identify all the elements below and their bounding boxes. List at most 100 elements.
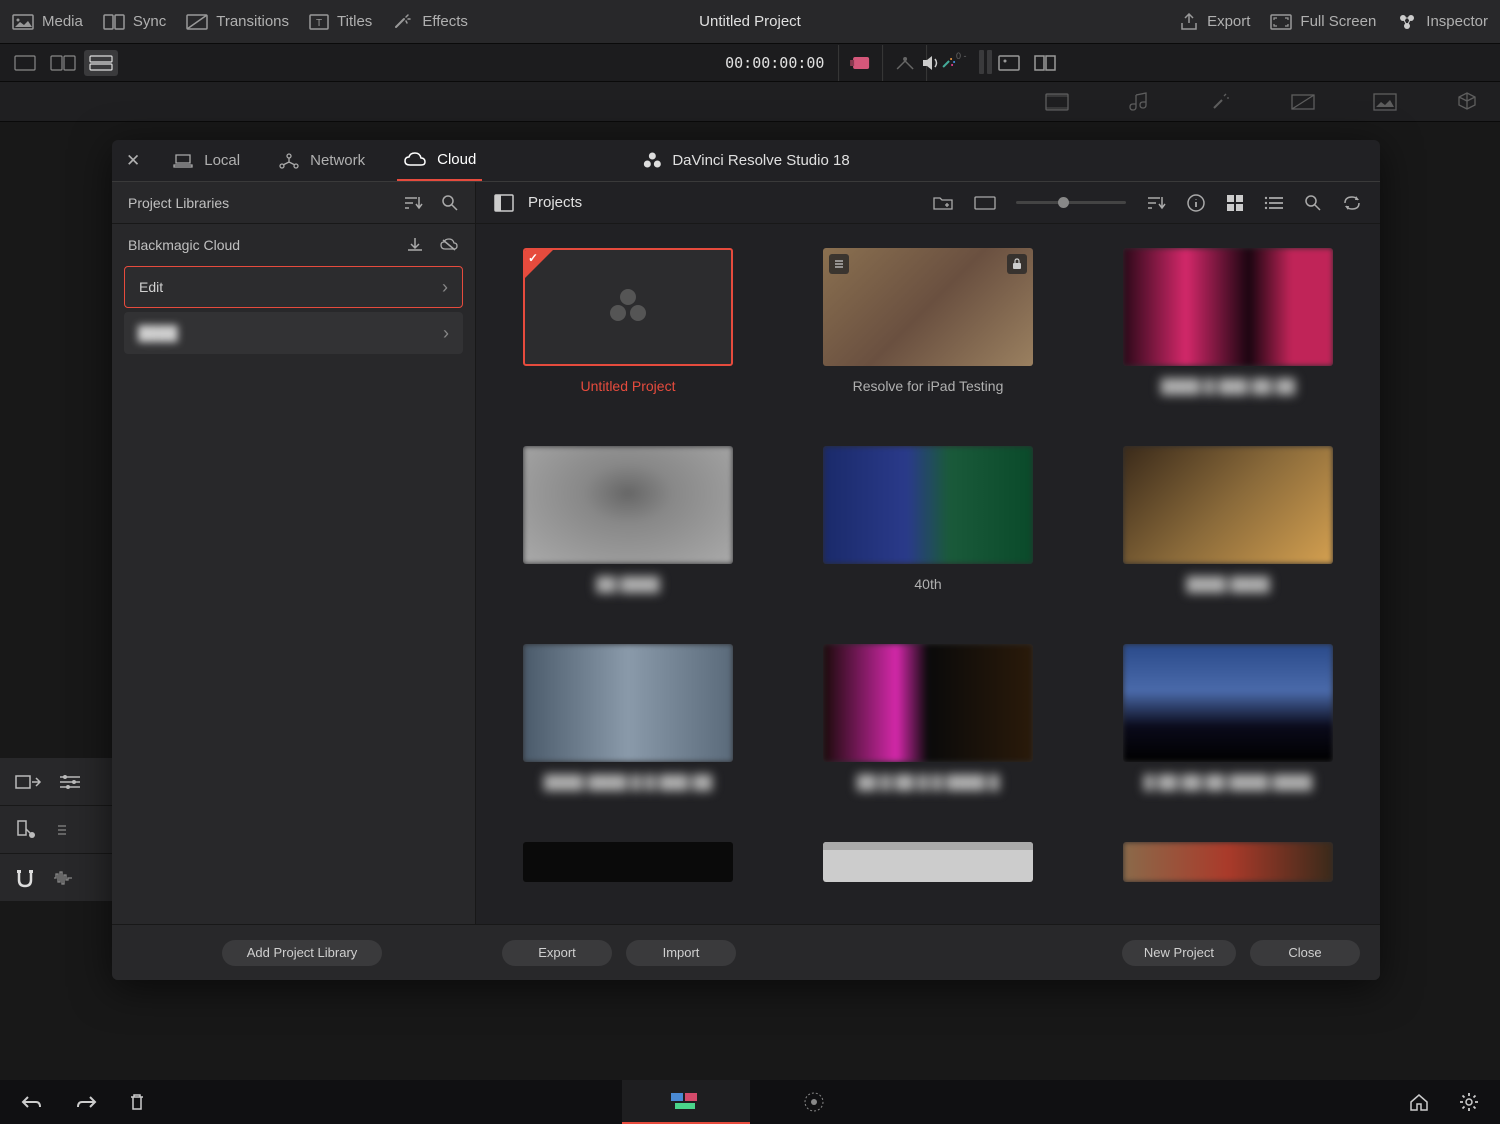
edit-page-button[interactable]	[750, 1080, 878, 1124]
cat-video-icon[interactable]	[1044, 91, 1070, 113]
project-card[interactable]: 40th	[806, 446, 1050, 610]
fullscreen-button[interactable]: Full Screen	[1270, 13, 1376, 30]
topbar-left-group: Media Sync Transitions T Titles Effects	[12, 13, 468, 31]
options-icon[interactable]	[56, 823, 76, 837]
view-mode-1[interactable]	[8, 50, 42, 76]
insert-tool-icon[interactable]	[14, 772, 42, 792]
project-card[interactable]	[806, 842, 1050, 900]
close-button[interactable]: Close	[1250, 940, 1360, 966]
search-icon[interactable]	[441, 194, 459, 212]
project-card[interactable]	[1106, 842, 1350, 900]
titles-button[interactable]: T Titles	[309, 13, 372, 30]
viewer-right-icons	[998, 55, 1056, 71]
project-thumbnail[interactable]	[1123, 446, 1333, 564]
effects-button[interactable]: Effects	[392, 13, 468, 31]
grid-view-icon[interactable]	[1226, 194, 1244, 212]
project-thumbnail[interactable]	[523, 644, 733, 762]
project-card[interactable]: Untitled Project	[506, 248, 750, 412]
project-thumbnail-folder[interactable]	[823, 842, 1033, 882]
new-folder-icon[interactable]	[932, 195, 954, 211]
project-card[interactable]: ██ █ ██ █ █ ████ █	[806, 644, 1050, 808]
project-card[interactable]	[506, 842, 750, 900]
gear-icon[interactable]	[1458, 1091, 1480, 1113]
project-thumbnail[interactable]	[823, 248, 1033, 366]
left-tool-column	[0, 758, 112, 902]
cat-transition-icon[interactable]	[1290, 91, 1316, 113]
project-card[interactable]: ████ ████ █ █ ███ ██	[506, 644, 750, 808]
split-icon[interactable]	[1034, 55, 1056, 71]
info-icon[interactable]	[1186, 193, 1206, 213]
chevron-right-icon: ›	[443, 323, 449, 344]
trash-icon[interactable]	[128, 1092, 146, 1112]
project-thumbnail[interactable]	[1123, 248, 1333, 366]
library-item-2[interactable]: ████ ›	[124, 312, 463, 354]
tab-local[interactable]: Local	[166, 140, 246, 181]
list-view-icon[interactable]	[1264, 195, 1284, 211]
tab-local-label: Local	[204, 152, 240, 169]
project-thumbnail[interactable]	[1123, 644, 1333, 762]
project-card[interactable]: ████ █ ███ ██ ██	[1106, 248, 1350, 412]
top-menu-bar: Media Sync Transitions T Titles Effects …	[0, 0, 1500, 44]
undo-icon[interactable]	[20, 1093, 44, 1111]
export-project-button[interactable]: Export	[502, 940, 612, 966]
projects-header-label: Projects	[528, 194, 582, 211]
picture-icon[interactable]	[998, 55, 1020, 71]
project-thumbnail[interactable]	[523, 842, 733, 882]
sidebar-header-icons	[403, 194, 459, 212]
transitions-label: Transitions	[216, 13, 289, 30]
close-icon[interactable]: ✕	[126, 151, 140, 171]
project-libraries-sidebar: Project Libraries Blackmagic Cloud Edit …	[112, 182, 476, 924]
magnet-icon[interactable]	[14, 868, 36, 888]
transitions-button[interactable]: Transitions	[186, 13, 289, 30]
speaker-icon[interactable]	[920, 53, 944, 73]
tab-network[interactable]: Network	[272, 140, 371, 181]
download-icon[interactable]	[405, 236, 425, 254]
cat-image-icon[interactable]	[1372, 91, 1398, 113]
cut-page-button[interactable]	[622, 1080, 750, 1124]
project-thumbnail[interactable]	[523, 446, 733, 564]
cat-3d-icon[interactable]	[1454, 91, 1480, 113]
cloud-disconnect-icon[interactable]	[439, 236, 459, 254]
sync-button[interactable]: Sync	[103, 13, 166, 30]
project-card[interactable]: ████ ████	[1106, 446, 1350, 610]
sort-icon-2[interactable]	[1146, 195, 1166, 211]
sliders-icon[interactable]	[58, 773, 82, 791]
tab-cloud[interactable]: Cloud	[397, 140, 482, 181]
inspector-button[interactable]: Inspector	[1396, 12, 1488, 32]
view-mode-2[interactable]	[46, 50, 80, 76]
project-card[interactable]: ██ ████	[506, 446, 750, 610]
cat-effects-icon[interactable]	[1208, 91, 1234, 113]
new-project-button[interactable]: New Project	[1122, 940, 1236, 966]
home-icon[interactable]	[1408, 1091, 1430, 1113]
library-item-edit[interactable]: Edit ›	[124, 266, 463, 308]
project-name: ████ █ ███ ██ ██	[1161, 378, 1296, 394]
project-thumbnail[interactable]	[523, 248, 733, 366]
sort-icon[interactable]	[403, 194, 423, 212]
panel-toggle-icon[interactable]	[494, 194, 514, 212]
refresh-icon[interactable]	[1342, 194, 1362, 212]
project-thumbnail[interactable]	[823, 446, 1033, 564]
project-thumbnail[interactable]	[823, 644, 1033, 762]
record-icon[interactable]	[838, 45, 882, 81]
add-library-button[interactable]: Add Project Library	[222, 940, 382, 966]
project-card[interactable]: █ ██ ██ ██ ████ ████	[1106, 644, 1350, 808]
project-card[interactable]: Resolve for iPad Testing	[806, 248, 1050, 412]
redo-icon[interactable]	[74, 1093, 98, 1111]
transitions-icon	[186, 14, 208, 30]
trim-tool-icon[interactable]	[14, 819, 40, 841]
export-button[interactable]: Export	[1179, 13, 1250, 31]
fullscreen-label: Full Screen	[1300, 13, 1376, 30]
timecode-display[interactable]: 00:00:00:00	[711, 54, 838, 72]
cat-audio-icon[interactable]	[1126, 91, 1152, 113]
svg-text:T: T	[316, 18, 322, 29]
import-project-button[interactable]: Import	[626, 940, 736, 966]
project-thumbnail[interactable]	[1123, 842, 1333, 882]
view-mode-3[interactable]	[84, 50, 118, 76]
thumbnail-size-slider[interactable]	[1016, 201, 1126, 204]
titles-label: Titles	[337, 13, 372, 30]
media-button[interactable]: Media	[12, 13, 83, 30]
aspect-icon[interactable]	[974, 196, 996, 210]
media-icon	[12, 14, 34, 30]
waveform-icon[interactable]	[52, 870, 74, 886]
search-icon-2[interactable]	[1304, 194, 1322, 212]
